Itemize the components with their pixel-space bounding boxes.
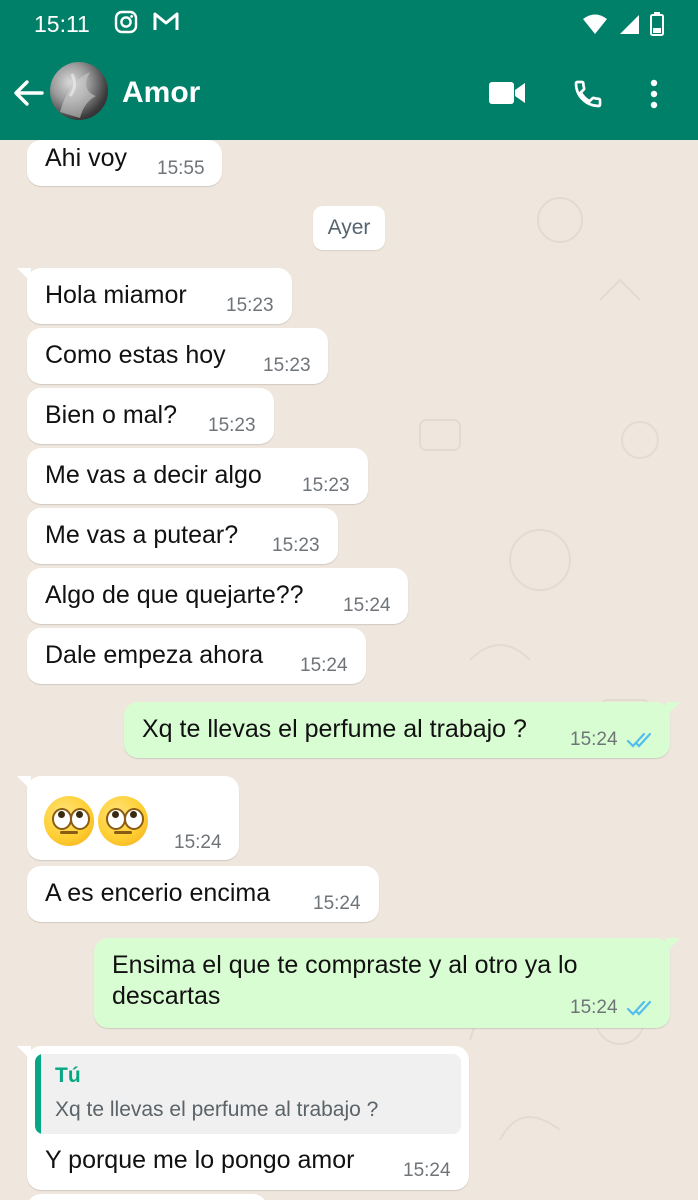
read-receipt-icon: [626, 728, 656, 757]
bubble-tail: [17, 268, 31, 282]
read-receipt-icon: [626, 996, 656, 1025]
bubble-tail: [666, 938, 680, 952]
message-incoming[interactable]: Dale empeza ahora 15:24: [27, 628, 366, 684]
message-time: 15:24: [174, 832, 222, 853]
message-text: A es encerio encima: [45, 879, 271, 907]
quote-author: Tú: [55, 1064, 81, 1087]
date-separator: Ayer: [313, 206, 385, 250]
message-incoming[interactable]: Me vas a decir algo 15:23: [27, 448, 368, 504]
message-text: Y porque me lo pongo amor: [45, 1146, 355, 1174]
message-time: 15:55: [157, 158, 205, 179]
face-with-rolling-eyes-emoji: [98, 796, 148, 846]
face-with-rolling-eyes-emoji: [44, 796, 94, 846]
wifi-icon: [582, 13, 608, 40]
message-incoming[interactable]: Bien o mal? 15:23: [27, 388, 274, 444]
message-incoming-partial[interactable]: [27, 1194, 267, 1200]
message-incoming[interactable]: Como estas hoy 15:23: [27, 328, 328, 384]
message-text: Como estas hoy: [45, 341, 226, 369]
message-time: 15:24: [403, 1160, 451, 1181]
message-incoming[interactable]: Algo de que quejarte?? 15:24: [27, 568, 408, 624]
chat-area[interactable]: Ahi voy 15:55 Ayer Hola miamor 15:23 Com…: [0, 140, 698, 1200]
message-text-line: descartas: [112, 982, 221, 1010]
battery-icon: [650, 12, 664, 41]
message-text: Me vas a decir algo: [45, 461, 262, 489]
message-incoming[interactable]: Hola miamor 15:23: [17, 268, 292, 324]
contact-name[interactable]: Amor: [122, 76, 200, 110]
message-text: Me vas a putear?: [45, 521, 239, 549]
message-incoming[interactable]: Ahi voy 15:55: [27, 140, 222, 186]
message-time: 15:23: [272, 535, 320, 556]
message-outgoing[interactable]: Xq te llevas el perfume al trabajo ? 15:…: [124, 702, 680, 758]
quote-accent-bar: [35, 1054, 41, 1134]
message-outgoing[interactable]: Ensima el que te compraste y al otro ya …: [94, 938, 680, 1028]
message-text: Algo de que quejarte??: [45, 581, 304, 609]
message-time: 15:23: [208, 415, 256, 436]
message-time: 15:24: [570, 997, 618, 1018]
quote-text: Xq te llevas el perfume al trabajo ?: [55, 1098, 379, 1121]
message-text: Xq te llevas el perfume al trabajo ?: [142, 715, 527, 743]
quoted-message[interactable]: Tú Xq te llevas el perfume al trabajo ?: [35, 1054, 461, 1134]
video-call-icon[interactable]: [488, 80, 526, 111]
message-time: 15:23: [263, 355, 311, 376]
message-text: Dale empeza ahora: [45, 641, 264, 669]
message-text: Hola miamor: [45, 281, 187, 309]
voice-call-icon[interactable]: [572, 78, 604, 115]
message-text: Ahi voy: [45, 144, 127, 172]
signal-icon: [618, 13, 640, 40]
message-time: 15:24: [343, 595, 391, 616]
status-bar: 15:11: [0, 0, 698, 48]
message-time: 15:24: [570, 729, 618, 750]
message-text: Bien o mal?: [45, 401, 178, 429]
message-time: 15:24: [313, 893, 361, 914]
instagram-icon: [114, 10, 138, 39]
message-time: 15:23: [302, 475, 350, 496]
message-time: 15:23: [226, 295, 274, 316]
more-options-icon[interactable]: [648, 78, 660, 115]
back-arrow-icon[interactable]: [12, 78, 46, 108]
message-time: 15:24: [300, 655, 348, 676]
bubble-tail: [17, 1046, 31, 1060]
bubble-tail: [666, 702, 680, 716]
status-time: 15:11: [34, 11, 90, 37]
gmail-icon: [152, 10, 180, 39]
message-incoming[interactable]: Me vas a putear? 15:23: [27, 508, 338, 564]
chat-header: Amor: [0, 48, 698, 140]
message-text-line: Ensima el que te compraste y al otro ya …: [112, 951, 578, 979]
message-incoming[interactable]: 15:24: [17, 776, 239, 860]
message-incoming-reply[interactable]: Tú Xq te llevas el perfume al trabajo ? …: [17, 1046, 469, 1190]
contact-avatar[interactable]: [50, 62, 108, 120]
message-incoming[interactable]: A es encerio encima 15:24: [27, 866, 379, 922]
bubble-tail: [17, 776, 31, 790]
